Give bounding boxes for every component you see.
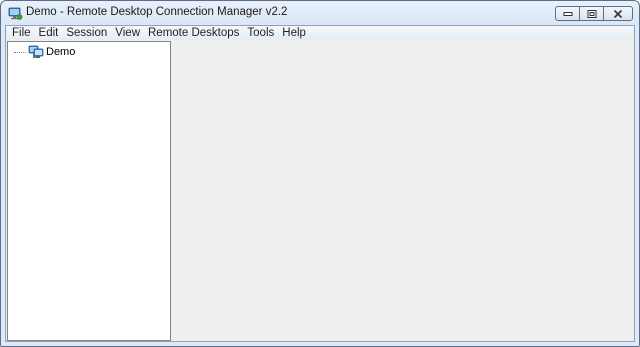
minimize-button[interactable]	[555, 6, 580, 21]
minimize-icon	[563, 11, 572, 16]
maximize-icon	[587, 9, 596, 18]
menu-bar: File Edit Session View Remote Desktops T…	[6, 26, 634, 40]
remote-desktop-app-icon	[7, 5, 23, 21]
server-group-icon	[28, 45, 44, 59]
maximize-button[interactable]	[579, 6, 604, 21]
menu-view[interactable]: View	[111, 26, 144, 40]
app-window: Demo - Remote Desktop Connection Manager…	[0, 0, 640, 347]
tree-node-root[interactable]: Demo	[14, 44, 75, 60]
menu-session[interactable]: Session	[62, 26, 111, 40]
menu-remote-desktops[interactable]: Remote Desktops	[144, 26, 243, 40]
close-button[interactable]	[603, 6, 633, 21]
menu-tools[interactable]: Tools	[243, 26, 278, 40]
tree-node-label: Demo	[46, 46, 76, 58]
title-bar[interactable]: Demo - Remote Desktop Connection Manager…	[1, 1, 639, 25]
client-area: File Edit Session View Remote Desktops T…	[5, 25, 635, 342]
menu-edit[interactable]: Edit	[35, 26, 63, 40]
menu-file[interactable]: File	[6, 26, 35, 40]
server-tree-panel[interactable]: Demo	[7, 41, 171, 341]
close-icon	[613, 9, 623, 18]
menu-help[interactable]: Help	[278, 26, 310, 40]
caption-buttons	[555, 6, 633, 21]
tree-connector-line	[14, 51, 26, 53]
session-display-area[interactable]	[172, 41, 633, 341]
window-title: Demo - Remote Desktop Connection Manager…	[26, 6, 288, 18]
